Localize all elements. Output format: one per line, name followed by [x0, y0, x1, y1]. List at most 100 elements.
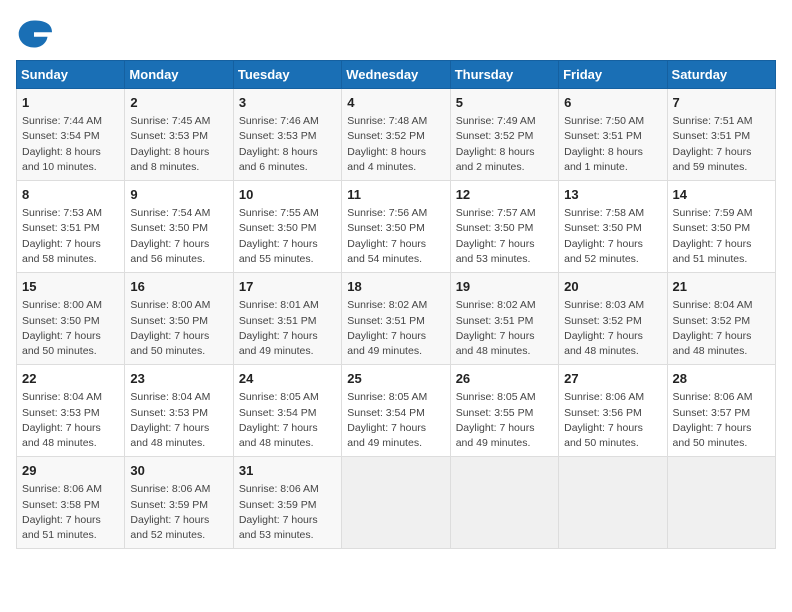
calendar-week-row: 22 Sunrise: 8:04 AM Sunset: 3:53 PM Dayl…	[17, 365, 776, 457]
column-header-monday: Monday	[125, 61, 233, 89]
calendar-cell: 1 Sunrise: 7:44 AM Sunset: 3:54 PM Dayli…	[17, 89, 125, 181]
calendar-cell	[342, 457, 450, 549]
day-number: 15	[22, 278, 119, 296]
calendar-cell	[450, 457, 558, 549]
calendar-cell: 3 Sunrise: 7:46 AM Sunset: 3:53 PM Dayli…	[233, 89, 341, 181]
day-number: 11	[347, 186, 444, 204]
day-info: Sunrise: 7:53 AM Sunset: 3:51 PM Dayligh…	[22, 206, 119, 267]
day-number: 13	[564, 186, 661, 204]
day-number: 4	[347, 94, 444, 112]
day-info: Sunrise: 8:03 AM Sunset: 3:52 PM Dayligh…	[564, 298, 661, 359]
day-number: 24	[239, 370, 336, 388]
column-header-saturday: Saturday	[667, 61, 775, 89]
calendar-cell: 2 Sunrise: 7:45 AM Sunset: 3:53 PM Dayli…	[125, 89, 233, 181]
day-number: 27	[564, 370, 661, 388]
day-number: 25	[347, 370, 444, 388]
calendar-cell: 5 Sunrise: 7:49 AM Sunset: 3:52 PM Dayli…	[450, 89, 558, 181]
day-number: 10	[239, 186, 336, 204]
calendar-cell: 7 Sunrise: 7:51 AM Sunset: 3:51 PM Dayli…	[667, 89, 775, 181]
day-number: 5	[456, 94, 553, 112]
calendar-cell: 27 Sunrise: 8:06 AM Sunset: 3:56 PM Dayl…	[559, 365, 667, 457]
day-info: Sunrise: 7:45 AM Sunset: 3:53 PM Dayligh…	[130, 114, 227, 175]
day-info: Sunrise: 8:06 AM Sunset: 3:57 PM Dayligh…	[673, 390, 770, 451]
day-info: Sunrise: 8:05 AM Sunset: 3:54 PM Dayligh…	[239, 390, 336, 451]
calendar-cell: 17 Sunrise: 8:01 AM Sunset: 3:51 PM Dayl…	[233, 273, 341, 365]
page-header	[16, 16, 776, 52]
column-header-wednesday: Wednesday	[342, 61, 450, 89]
day-info: Sunrise: 8:05 AM Sunset: 3:55 PM Dayligh…	[456, 390, 553, 451]
calendar-cell: 11 Sunrise: 7:56 AM Sunset: 3:50 PM Dayl…	[342, 181, 450, 273]
day-info: Sunrise: 8:04 AM Sunset: 3:53 PM Dayligh…	[130, 390, 227, 451]
day-info: Sunrise: 7:51 AM Sunset: 3:51 PM Dayligh…	[673, 114, 770, 175]
day-number: 23	[130, 370, 227, 388]
calendar-cell: 21 Sunrise: 8:04 AM Sunset: 3:52 PM Dayl…	[667, 273, 775, 365]
logo-icon	[16, 16, 52, 52]
day-info: Sunrise: 7:48 AM Sunset: 3:52 PM Dayligh…	[347, 114, 444, 175]
day-info: Sunrise: 7:59 AM Sunset: 3:50 PM Dayligh…	[673, 206, 770, 267]
day-info: Sunrise: 7:57 AM Sunset: 3:50 PM Dayligh…	[456, 206, 553, 267]
day-number: 28	[673, 370, 770, 388]
day-info: Sunrise: 8:06 AM Sunset: 3:59 PM Dayligh…	[239, 482, 336, 543]
day-number: 29	[22, 462, 119, 480]
column-header-friday: Friday	[559, 61, 667, 89]
day-number: 31	[239, 462, 336, 480]
calendar-cell: 22 Sunrise: 8:04 AM Sunset: 3:53 PM Dayl…	[17, 365, 125, 457]
day-info: Sunrise: 7:49 AM Sunset: 3:52 PM Dayligh…	[456, 114, 553, 175]
day-number: 22	[22, 370, 119, 388]
day-info: Sunrise: 8:06 AM Sunset: 3:56 PM Dayligh…	[564, 390, 661, 451]
day-number: 7	[673, 94, 770, 112]
day-info: Sunrise: 7:56 AM Sunset: 3:50 PM Dayligh…	[347, 206, 444, 267]
day-info: Sunrise: 8:02 AM Sunset: 3:51 PM Dayligh…	[456, 298, 553, 359]
calendar-cell: 20 Sunrise: 8:03 AM Sunset: 3:52 PM Dayl…	[559, 273, 667, 365]
day-number: 16	[130, 278, 227, 296]
day-info: Sunrise: 7:58 AM Sunset: 3:50 PM Dayligh…	[564, 206, 661, 267]
calendar-table: SundayMondayTuesdayWednesdayThursdayFrid…	[16, 60, 776, 549]
calendar-cell: 6 Sunrise: 7:50 AM Sunset: 3:51 PM Dayli…	[559, 89, 667, 181]
calendar-week-row: 29 Sunrise: 8:06 AM Sunset: 3:58 PM Dayl…	[17, 457, 776, 549]
calendar-cell: 26 Sunrise: 8:05 AM Sunset: 3:55 PM Dayl…	[450, 365, 558, 457]
calendar-cell: 23 Sunrise: 8:04 AM Sunset: 3:53 PM Dayl…	[125, 365, 233, 457]
day-number: 21	[673, 278, 770, 296]
day-info: Sunrise: 8:02 AM Sunset: 3:51 PM Dayligh…	[347, 298, 444, 359]
day-number: 6	[564, 94, 661, 112]
day-info: Sunrise: 8:05 AM Sunset: 3:54 PM Dayligh…	[347, 390, 444, 451]
calendar-cell: 24 Sunrise: 8:05 AM Sunset: 3:54 PM Dayl…	[233, 365, 341, 457]
day-info: Sunrise: 8:06 AM Sunset: 3:58 PM Dayligh…	[22, 482, 119, 543]
day-number: 1	[22, 94, 119, 112]
calendar-cell: 4 Sunrise: 7:48 AM Sunset: 3:52 PM Dayli…	[342, 89, 450, 181]
calendar-cell	[559, 457, 667, 549]
day-info: Sunrise: 7:54 AM Sunset: 3:50 PM Dayligh…	[130, 206, 227, 267]
day-number: 2	[130, 94, 227, 112]
day-number: 14	[673, 186, 770, 204]
calendar-cell: 30 Sunrise: 8:06 AM Sunset: 3:59 PM Dayl…	[125, 457, 233, 549]
calendar-week-row: 15 Sunrise: 8:00 AM Sunset: 3:50 PM Dayl…	[17, 273, 776, 365]
calendar-header-row: SundayMondayTuesdayWednesdayThursdayFrid…	[17, 61, 776, 89]
calendar-cell: 25 Sunrise: 8:05 AM Sunset: 3:54 PM Dayl…	[342, 365, 450, 457]
day-number: 9	[130, 186, 227, 204]
calendar-cell: 15 Sunrise: 8:00 AM Sunset: 3:50 PM Dayl…	[17, 273, 125, 365]
calendar-week-row: 8 Sunrise: 7:53 AM Sunset: 3:51 PM Dayli…	[17, 181, 776, 273]
calendar-cell: 14 Sunrise: 7:59 AM Sunset: 3:50 PM Dayl…	[667, 181, 775, 273]
calendar-cell: 8 Sunrise: 7:53 AM Sunset: 3:51 PM Dayli…	[17, 181, 125, 273]
calendar-cell: 31 Sunrise: 8:06 AM Sunset: 3:59 PM Dayl…	[233, 457, 341, 549]
day-info: Sunrise: 7:50 AM Sunset: 3:51 PM Dayligh…	[564, 114, 661, 175]
day-info: Sunrise: 8:04 AM Sunset: 3:52 PM Dayligh…	[673, 298, 770, 359]
day-info: Sunrise: 8:00 AM Sunset: 3:50 PM Dayligh…	[130, 298, 227, 359]
day-number: 20	[564, 278, 661, 296]
day-number: 3	[239, 94, 336, 112]
calendar-cell: 16 Sunrise: 8:00 AM Sunset: 3:50 PM Dayl…	[125, 273, 233, 365]
day-number: 30	[130, 462, 227, 480]
column-header-tuesday: Tuesday	[233, 61, 341, 89]
day-info: Sunrise: 8:01 AM Sunset: 3:51 PM Dayligh…	[239, 298, 336, 359]
day-info: Sunrise: 8:00 AM Sunset: 3:50 PM Dayligh…	[22, 298, 119, 359]
calendar-cell	[667, 457, 775, 549]
column-header-sunday: Sunday	[17, 61, 125, 89]
calendar-cell: 19 Sunrise: 8:02 AM Sunset: 3:51 PM Dayl…	[450, 273, 558, 365]
calendar-cell: 13 Sunrise: 7:58 AM Sunset: 3:50 PM Dayl…	[559, 181, 667, 273]
day-info: Sunrise: 8:06 AM Sunset: 3:59 PM Dayligh…	[130, 482, 227, 543]
day-info: Sunrise: 7:46 AM Sunset: 3:53 PM Dayligh…	[239, 114, 336, 175]
day-number: 12	[456, 186, 553, 204]
day-info: Sunrise: 7:55 AM Sunset: 3:50 PM Dayligh…	[239, 206, 336, 267]
calendar-cell: 9 Sunrise: 7:54 AM Sunset: 3:50 PM Dayli…	[125, 181, 233, 273]
calendar-cell: 18 Sunrise: 8:02 AM Sunset: 3:51 PM Dayl…	[342, 273, 450, 365]
